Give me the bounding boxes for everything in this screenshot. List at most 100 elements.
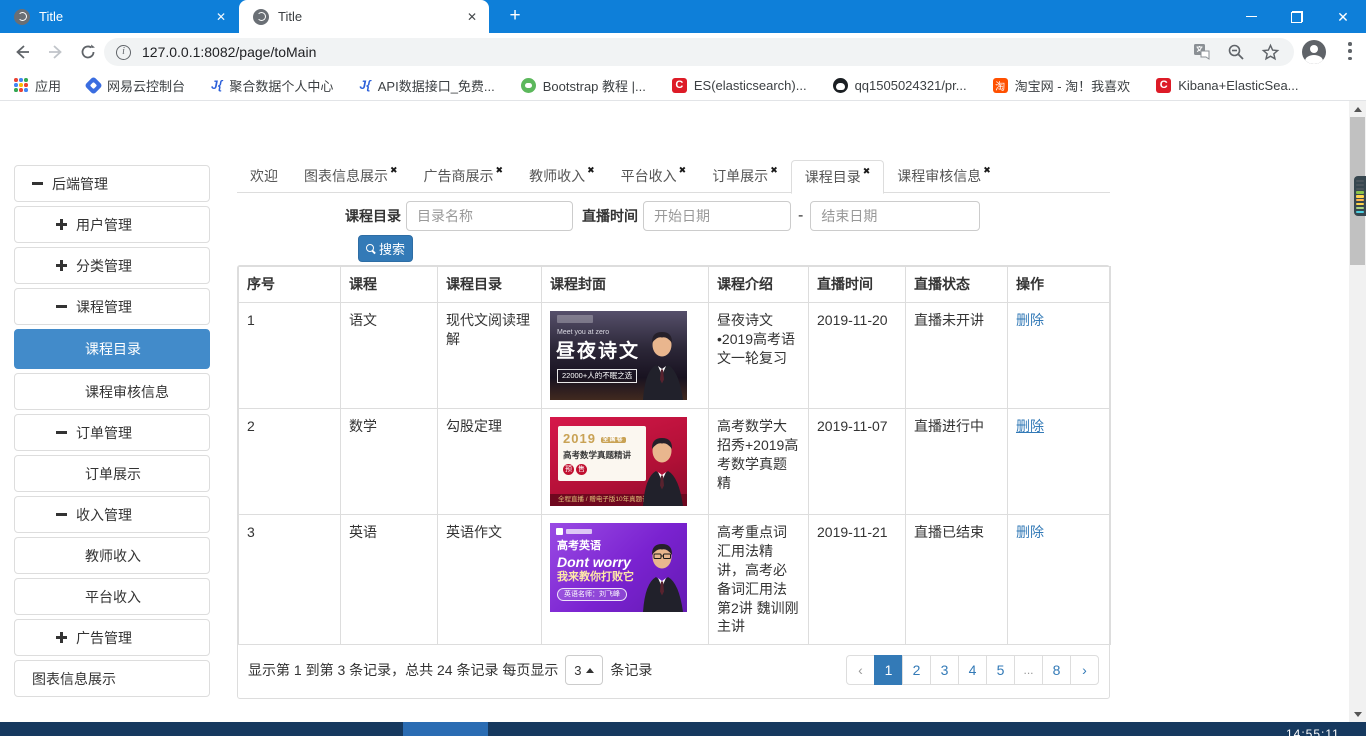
sidebar-item[interactable]: 订单展示 bbox=[14, 455, 210, 492]
sidebar-menu: 后端管理用户管理分类管理课程管理课程目录课程审核信息订单管理订单展示收入管理教师… bbox=[14, 165, 210, 701]
end-date-input[interactable] bbox=[810, 201, 980, 231]
page-content: 后端管理用户管理分类管理课程管理课程目录课程审核信息订单管理订单展示收入管理教师… bbox=[0, 101, 1366, 722]
marker-stripe bbox=[1356, 184, 1364, 186]
minus-icon bbox=[56, 509, 67, 520]
bookmark-item[interactable]: 网易云控制台 bbox=[87, 76, 185, 95]
content-tab[interactable]: 课程审核信息✖ bbox=[884, 160, 1004, 192]
pager-page-2[interactable]: 2 bbox=[902, 655, 931, 685]
bookmark-star-icon[interactable] bbox=[1261, 43, 1280, 62]
profile-avatar[interactable] bbox=[1302, 40, 1326, 64]
badge-char: 预 bbox=[563, 464, 574, 475]
sidebar-item[interactable]: 课程管理 bbox=[14, 288, 210, 325]
bookmark-item[interactable]: Bootstrap 教程 |... bbox=[521, 76, 646, 95]
cell-intro: 昼夜诗文•2019高考语文一轮复习 bbox=[709, 303, 809, 409]
course-cover-image: 2019 全国卷高考数学真题精讲预售全程直播 / 赠电子版10年真题讲义 bbox=[550, 417, 687, 506]
new-tab-button[interactable]: + bbox=[502, 5, 528, 28]
delete-link[interactable]: 删除 bbox=[1016, 312, 1044, 328]
delete-link[interactable]: 删除 bbox=[1016, 418, 1044, 434]
plus-icon bbox=[56, 632, 67, 643]
sidebar-item[interactable]: 广告管理 bbox=[14, 619, 210, 656]
content-tab-label: 课程审核信息 bbox=[897, 166, 981, 186]
table-header-row: 序号课程课程目录课程封面课程介绍直播时间直播状态操作 bbox=[239, 267, 1111, 303]
content-tab-close-icon[interactable]: ✖ bbox=[496, 165, 504, 176]
content-tab-close-icon[interactable]: ✖ bbox=[863, 166, 871, 177]
delete-link[interactable]: 删除 bbox=[1016, 524, 1044, 540]
bookmark-item[interactable]: CES(elasticsearch)... bbox=[672, 78, 807, 93]
pager-next[interactable]: › bbox=[1070, 655, 1099, 685]
bookmark-item[interactable]: J{API数据接口_免费... bbox=[359, 76, 494, 95]
sidebar-item-active[interactable]: 课程目录 bbox=[14, 329, 210, 369]
content-tab[interactable]: 课程目录✖ bbox=[791, 160, 885, 194]
pager-page-5[interactable]: 5 bbox=[986, 655, 1015, 685]
content-tab-close-icon[interactable]: ✖ bbox=[390, 165, 398, 176]
content-tab[interactable]: 图表信息展示✖ bbox=[291, 160, 411, 192]
reload-icon bbox=[79, 43, 97, 61]
pager-page-3[interactable]: 3 bbox=[930, 655, 959, 685]
browser-tab[interactable]: Title✕ bbox=[0, 0, 238, 33]
cover-teacher-pill: 英语名师：刘飞峰 bbox=[557, 588, 627, 601]
pager-page-8[interactable]: 8 bbox=[1042, 655, 1071, 685]
pager-page-1[interactable]: 1 bbox=[874, 655, 903, 685]
restore-button[interactable] bbox=[1274, 0, 1320, 33]
catalog-name-input[interactable] bbox=[406, 201, 573, 231]
content-tab[interactable]: 平台收入✖ bbox=[608, 160, 700, 192]
content-tab[interactable]: 订单展示✖ bbox=[699, 160, 791, 192]
sidebar-item[interactable]: 分类管理 bbox=[14, 247, 210, 284]
cell-catalog: 英语作文 bbox=[438, 515, 542, 645]
table-column-header: 课程目录 bbox=[438, 267, 542, 303]
taskbar-active-app[interactable] bbox=[403, 722, 488, 736]
content-tab-close-icon[interactable]: ✖ bbox=[587, 165, 595, 176]
pager-page-4[interactable]: 4 bbox=[958, 655, 987, 685]
site-info-icon[interactable]: i bbox=[116, 45, 131, 60]
minimize-button[interactable] bbox=[1228, 0, 1274, 33]
window-controls: ✕ bbox=[1228, 0, 1366, 33]
tab-close-icon[interactable]: ✕ bbox=[465, 10, 479, 24]
sidebar-item[interactable]: 订单管理 bbox=[14, 414, 210, 451]
sidebar-item[interactable]: 图表信息展示 bbox=[14, 660, 210, 697]
browser-toolbar: i 127.0.0.1:8082/page/toMain bbox=[0, 33, 1366, 70]
forward-button[interactable] bbox=[42, 38, 70, 66]
record-info-text: 显示第 1 到第 3 条记录，总共 24 条记录 每页显示 bbox=[248, 660, 558, 680]
close-button[interactable]: ✕ bbox=[1320, 0, 1366, 33]
bookmark-item[interactable]: 淘淘宝网 - 淘！我喜欢 bbox=[993, 76, 1131, 95]
sidebar-item-label: 广告管理 bbox=[76, 628, 132, 648]
content-tab[interactable]: 欢迎 bbox=[237, 160, 291, 192]
browser-menu-icon[interactable] bbox=[1348, 42, 1352, 60]
sidebar-item[interactable]: 平台收入 bbox=[14, 578, 210, 615]
badge-char: 售 bbox=[576, 464, 587, 475]
catalog-label: 课程目录 bbox=[345, 206, 401, 226]
reload-button[interactable] bbox=[74, 38, 102, 66]
content-tab-close-icon[interactable]: ✖ bbox=[770, 165, 778, 176]
scroll-down-arrow[interactable] bbox=[1349, 706, 1366, 722]
url-text[interactable]: 127.0.0.1:8082/page/toMain bbox=[142, 44, 1193, 60]
browser-tab[interactable]: Title✕ bbox=[239, 0, 489, 33]
content-tab-close-icon[interactable]: ✖ bbox=[679, 165, 687, 176]
zoom-out-icon[interactable] bbox=[1227, 43, 1245, 61]
csdn-favicon-icon: C bbox=[1156, 78, 1171, 93]
sidebar-item[interactable]: 后端管理 bbox=[14, 165, 210, 202]
content-tab-close-icon[interactable]: ✖ bbox=[983, 165, 991, 176]
translate-icon[interactable] bbox=[1193, 43, 1211, 61]
content-tab-label: 平台收入 bbox=[621, 166, 677, 186]
address-bar[interactable]: i 127.0.0.1:8082/page/toMain bbox=[104, 38, 1294, 66]
apps-shortcut[interactable]: 应用 bbox=[14, 76, 61, 95]
tab-close-icon[interactable]: ✕ bbox=[214, 10, 228, 24]
scroll-up-arrow[interactable] bbox=[1349, 101, 1366, 117]
content-tab[interactable]: 教师收入✖ bbox=[516, 160, 608, 192]
content-tab-label: 课程目录 bbox=[805, 167, 861, 187]
sidebar-item[interactable]: 课程审核信息 bbox=[14, 373, 210, 410]
back-button[interactable] bbox=[8, 38, 36, 66]
sidebar-item[interactable]: 收入管理 bbox=[14, 496, 210, 533]
bookmark-item[interactable]: CKibana+ElasticSea... bbox=[1156, 78, 1298, 93]
pager-prev[interactable]: ‹ bbox=[846, 655, 875, 685]
page-size-select[interactable]: 3 bbox=[565, 655, 603, 685]
pager-ellipsis[interactable]: ... bbox=[1014, 655, 1043, 685]
bookmark-item[interactable]: qq1505024321/pr... bbox=[833, 78, 967, 93]
start-date-input[interactable] bbox=[643, 201, 791, 231]
sidebar-item[interactable]: 教师收入 bbox=[14, 537, 210, 574]
bookmark-item[interactable]: J{聚合数据个人中心 bbox=[211, 76, 333, 95]
sidebar-item[interactable]: 用户管理 bbox=[14, 206, 210, 243]
search-button[interactable]: 搜索 bbox=[358, 235, 413, 262]
content-tab[interactable]: 广告商展示✖ bbox=[411, 160, 517, 192]
presenter-photo bbox=[632, 434, 686, 506]
